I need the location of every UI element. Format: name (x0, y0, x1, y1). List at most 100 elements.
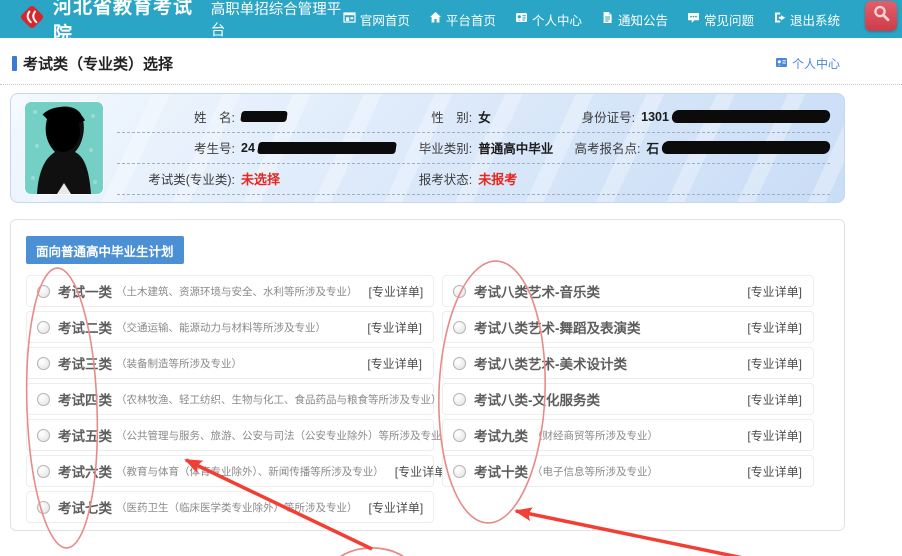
radio-button[interactable] (453, 393, 466, 406)
exam-category-name: 考试七类 (58, 497, 112, 517)
exam-category-name: 考试十类 (474, 461, 528, 481)
radio-button[interactable] (37, 393, 50, 406)
nav-label: 平台首页 (446, 10, 496, 29)
major-detail-link[interactable]: [专业详单] (742, 463, 802, 480)
nav-label: 个人中心 (532, 10, 582, 29)
exam-category-option[interactable]: 考试三类 （装备制造等所涉及专业） [专业详单] (26, 347, 434, 379)
exam-category-desc: （公共管理与服务、旅游、公安与司法（公安专业除外）等所涉及专业） (116, 428, 452, 443)
nav-personal-center[interactable]: 个人中心 (515, 10, 582, 29)
exam-category-desc: （电子信息等所涉及专业） (532, 464, 658, 479)
title-accent-bar (12, 56, 17, 71)
redaction-bar (257, 142, 397, 154)
nav-label: 官网首页 (360, 10, 410, 29)
exam-category-name: 考试八类艺术-音乐类 (474, 281, 600, 301)
nav-site-home[interactable]: 官网首页 (343, 10, 410, 29)
redaction-bar (671, 110, 831, 123)
nav-label: 常见问题 (704, 10, 754, 29)
major-detail-link[interactable]: [专业详单] (742, 283, 802, 300)
search-icon (872, 4, 891, 28)
field-row-2: 考生号: 24 毕业类别: 普通高中毕业 高考报名点: 石 (117, 133, 830, 164)
exam-category-option[interactable]: 考试四类 （农林牧渔、轻工纺织、生物与化工、食品药品与粮食等所涉及专业） [专业… (26, 383, 434, 415)
exam-category-desc: （教育与体育（体育专业除外）、新闻传播等所涉及专业） (116, 464, 384, 479)
graduation-type-value: 普通高中毕业 (478, 138, 553, 157)
logout-icon (773, 11, 786, 27)
exam-options-left-column: 考试一类 （土木建筑、资源环境与安全、水利等所涉及专业） [专业详单] 考试二类… (26, 275, 434, 523)
exam-category-option[interactable]: 考试八类-文化服务类 [专业详单] (442, 383, 814, 415)
redaction-bar (240, 111, 288, 122)
options-columns: 考试一类 （土木建筑、资源环境与安全、水利等所涉及专业） [专业详单] 考试二类… (26, 275, 829, 523)
radio-button[interactable] (37, 321, 50, 334)
exam-category-name: 考试五类 (58, 425, 112, 445)
exam-category-option[interactable]: 考试二类 （交通运输、能源动力与材料等所涉及专业） [专业详单] (26, 311, 434, 343)
exam-category-name: 考试九类 (474, 425, 528, 445)
exam-category-name: 考试一类 (58, 281, 112, 301)
student-photo (25, 102, 103, 194)
exam-options-right-column: 考试八类艺术-音乐类 [专业详单] 考试八类艺术-舞蹈及表演类 [专业详单] 考… (442, 275, 814, 523)
exam-category-option[interactable]: 考试八类艺术-舞蹈及表演类 [专业详单] (442, 311, 814, 343)
nav-logout[interactable]: 退出系统 (773, 10, 840, 29)
student-fields: 姓 名: 性 别: 女 身份证号: 1301 考生号: 24 毕业类别: 普通高… (117, 102, 830, 195)
nav-label: 通知公告 (618, 10, 668, 29)
radio-button[interactable] (37, 429, 50, 442)
personal-center-link[interactable]: 个人中心 (775, 55, 840, 72)
exam-class-value: 未选择 (241, 169, 280, 188)
platform-home-icon (429, 11, 442, 27)
exam-category-option[interactable]: 考试八类艺术-音乐类 [专业详单] (442, 275, 814, 307)
top-header: 河北省教育考试院 高职单招综合管理平台 官网首页 平台首页 个人中心 通知公告 … (0, 0, 902, 38)
page-title: 考试类（专业类）选择 (23, 53, 173, 74)
radio-button[interactable] (453, 285, 466, 298)
field-row-3: 考试类(专业类): 未选择 报考状态: 未报考 (117, 164, 830, 195)
nav-platform-home[interactable]: 平台首页 (429, 10, 496, 29)
nav-notices[interactable]: 通知公告 (601, 10, 668, 29)
top-nav: 官网首页 平台首页 个人中心 通知公告 常见问题 退出系统 (343, 10, 902, 29)
radio-button[interactable] (453, 357, 466, 370)
major-detail-link[interactable]: [专业详单] (390, 463, 450, 480)
exam-category-option[interactable]: 考试七类 （医药卫生（临床医学类专业除外）等所涉及专业） [专业详单] (26, 491, 434, 523)
search-button[interactable] (865, 1, 897, 31)
radio-button[interactable] (37, 465, 50, 478)
faq-bubble-icon (687, 11, 700, 27)
site-home-icon (343, 11, 356, 27)
exam-category-desc: （交通运输、能源动力与材料等所涉及专业） (116, 320, 326, 335)
exam-category-name: 考试八类-文化服务类 (474, 389, 600, 409)
major-detail-link[interactable]: [专业详单] (364, 283, 424, 300)
major-detail-link[interactable]: [专业详单] (742, 391, 802, 408)
exam-class-label: 考试类(专业类): (117, 169, 235, 188)
major-detail-link[interactable]: [专业详单] (364, 499, 424, 516)
major-detail-link[interactable]: [专业详单] (362, 355, 422, 372)
graduation-type-label: 毕业类别: (402, 138, 472, 157)
bottom-partial-circle (327, 548, 417, 556)
exam-category-desc: （医药卫生（临床医学类专业除外）等所涉及专业） (116, 500, 358, 515)
exam-category-option[interactable]: 考试九类 （财经商贸等所涉及专业） [专业详单] (442, 419, 814, 451)
exam-category-option[interactable]: 考试十类 （电子信息等所涉及专业） [专业详单] (442, 455, 814, 487)
notice-icon (601, 11, 614, 27)
gender-value: 女 (478, 107, 491, 126)
student-info-card: 姓 名: 性 别: 女 身份证号: 1301 考生号: 24 毕业类别: 普通高… (10, 93, 845, 203)
radio-button[interactable] (37, 285, 50, 298)
exam-category-desc: （财经商贸等所涉及专业） (532, 428, 658, 443)
exam-category-option[interactable]: 考试六类 （教育与体育（体育专业除外）、新闻传播等所涉及专业） [专业详单] (26, 455, 434, 487)
major-detail-link[interactable]: [专业详单] (362, 319, 422, 336)
examno-value: 24 (241, 141, 396, 155)
major-detail-link[interactable]: [专业详单] (742, 427, 802, 444)
idcard-label: 身份证号: (566, 107, 635, 126)
exam-category-name: 考试二类 (58, 317, 112, 337)
reg-site-label: 高考报名点: (566, 138, 640, 157)
radio-button[interactable] (37, 501, 50, 514)
profile-card-icon (515, 11, 528, 27)
radio-button[interactable] (453, 465, 466, 478)
reg-site-value: 石 (646, 138, 830, 157)
radio-button[interactable] (453, 429, 466, 442)
major-detail-link[interactable]: [专业详单] (742, 355, 802, 372)
exam-category-desc: （土木建筑、资源环境与安全、水利等所涉及专业） (116, 284, 358, 299)
personal-center-label: 个人中心 (792, 55, 840, 72)
exam-category-option[interactable]: 考试一类 （土木建筑、资源环境与安全、水利等所涉及专业） [专业详单] (26, 275, 434, 307)
radio-button[interactable] (37, 357, 50, 370)
radio-button[interactable] (453, 321, 466, 334)
major-detail-link[interactable]: [专业详单] (742, 319, 802, 336)
exam-category-option[interactable]: 考试五类 （公共管理与服务、旅游、公安与司法（公安专业除外）等所涉及专业） [专… (26, 419, 434, 451)
exam-category-name: 考试六类 (58, 461, 112, 481)
nav-faq[interactable]: 常见问题 (687, 10, 754, 29)
exam-category-name: 考试三类 (58, 353, 112, 373)
exam-category-option[interactable]: 考试八类艺术-美术设计类 [专业详单] (442, 347, 814, 379)
